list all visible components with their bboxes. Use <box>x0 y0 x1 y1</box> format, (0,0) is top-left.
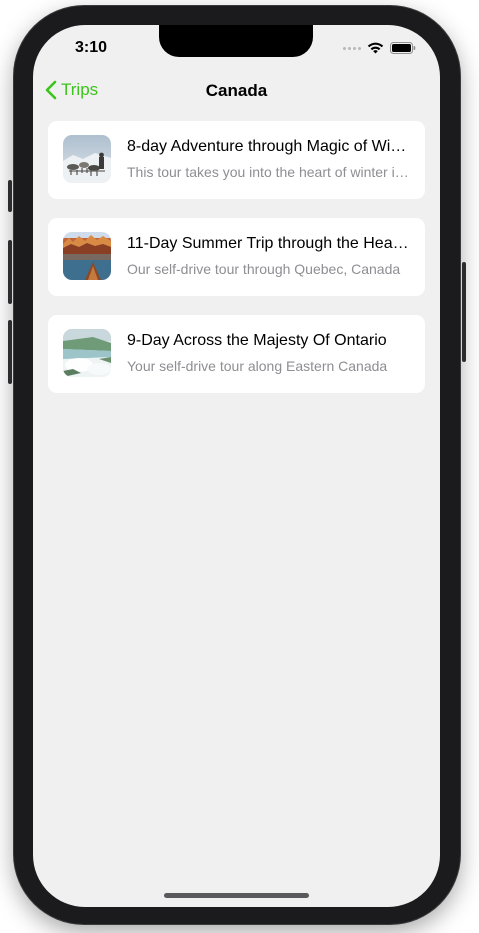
notch <box>159 25 313 57</box>
navigation-bar: Trips Canada <box>33 77 440 107</box>
mute-switch <box>8 180 12 212</box>
trip-description: Our self-drive tour through Quebec, Cana… <box>127 261 401 277</box>
status-icons <box>343 42 416 54</box>
app-screen: 3:10 Trips Canada 8-day Adventure throug… <box>33 25 440 907</box>
niagara-falls-thumbnail <box>63 329 111 377</box>
trip-description: This tour takes you into the heart of wi… <box>127 164 411 180</box>
sled-dogs-thumbnail <box>63 135 111 183</box>
canoe-lake-thumbnail <box>63 232 111 280</box>
trip-list: 8-day Adventure through Magic of Winter … <box>48 121 425 412</box>
trip-card[interactable]: 9-Day Across the Majesty Of Ontario Your… <box>48 315 425 393</box>
trip-card[interactable]: 11-Day Summer Trip through the Heart of … <box>48 218 425 296</box>
volume-up-button <box>8 240 12 304</box>
battery-icon <box>390 42 416 54</box>
trip-title: 11-Day Summer Trip through the Heart of … <box>127 235 411 252</box>
trip-card[interactable]: 8-day Adventure through Magic of Winter … <box>48 121 425 199</box>
wifi-icon <box>367 42 384 54</box>
trip-title: 8-day Adventure through Magic of Winter … <box>127 138 411 155</box>
power-button <box>462 262 466 362</box>
cellular-signal-icon <box>343 46 361 50</box>
home-indicator[interactable] <box>164 893 309 898</box>
status-time: 3:10 <box>75 39 108 56</box>
trip-title: 9-Day Across the Majesty Of Ontario <box>127 332 387 349</box>
trip-description: Your self-drive tour along Eastern Canad… <box>127 358 388 374</box>
page-title: Canada <box>205 81 268 100</box>
volume-down-button <box>8 320 12 384</box>
